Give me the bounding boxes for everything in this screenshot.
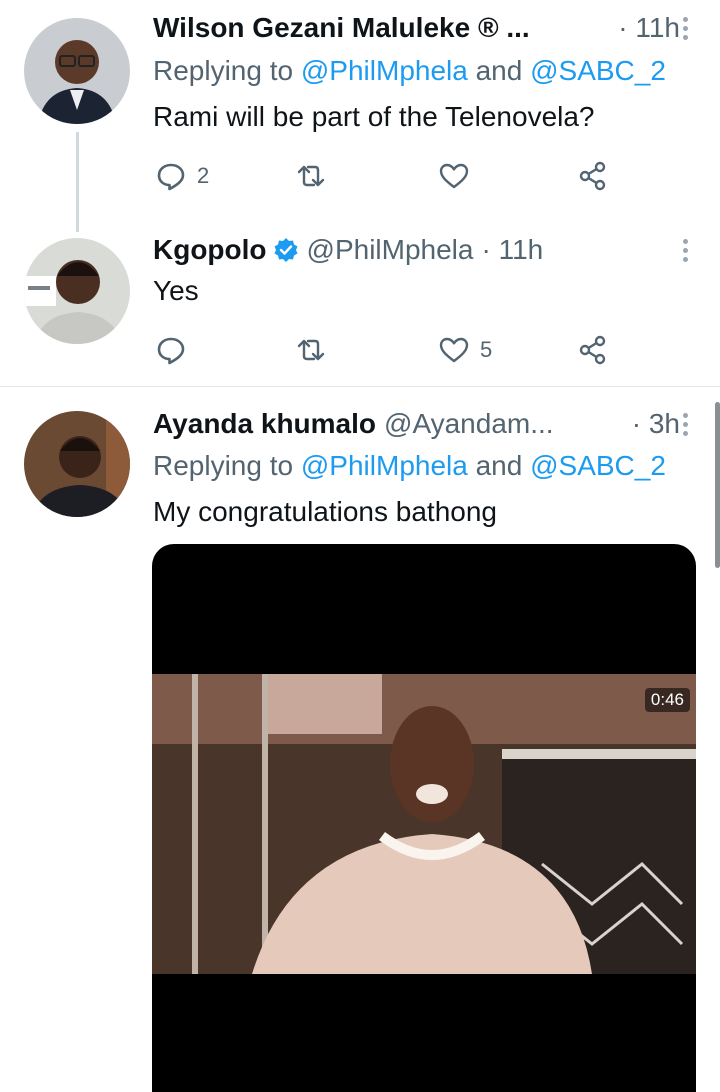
tweet-header: Ayanda khumalo @Ayandam... · 3h (153, 404, 692, 444)
video-duration: 0:46 (644, 688, 690, 712)
display-name[interactable]: Ayanda khumalo (153, 408, 376, 440)
action-bar: 2 (155, 156, 625, 196)
reply-count: 2 (197, 163, 210, 188)
share-button[interactable] (577, 330, 609, 370)
timestamp[interactable]: · 11h (481, 234, 543, 266)
tweet-header: Kgopolo @PhilMphela · 11h (153, 230, 692, 270)
thread-line (76, 132, 79, 232)
more-icon[interactable] (680, 230, 690, 270)
reply-icon (157, 163, 185, 191)
verified-badge-icon (273, 237, 299, 263)
retweet-icon (297, 165, 325, 187)
reply-button[interactable] (155, 330, 197, 370)
replying-label: Replying to (153, 450, 301, 481)
tweet-text: Yes (153, 275, 199, 306)
avatar[interactable] (24, 18, 130, 124)
video-player[interactable]: 0:46 (152, 544, 696, 1092)
and-label: and (467, 450, 531, 481)
handle[interactable]: @PhilMphela (307, 234, 474, 266)
tweet-2[interactable]: Kgopolo @PhilMphela · 11h Yes 5 (0, 230, 720, 386)
mention-link[interactable]: @PhilMphela (301, 450, 468, 481)
display-name[interactable]: Wilson Gezani Maluleke ® ... (153, 12, 530, 44)
replying-to: Replying to @PhilMphela and @SABC_2 (153, 55, 666, 87)
like-icon (439, 337, 469, 363)
replying-label: Replying to (153, 55, 301, 86)
more-icon[interactable] (680, 8, 690, 48)
action-bar: 5 (155, 330, 625, 370)
like-button[interactable] (438, 156, 480, 196)
like-icon (439, 163, 469, 189)
and-label: and (467, 55, 531, 86)
mention-link[interactable]: @PhilMphela (301, 55, 468, 86)
handle[interactable]: @Ayandam... (384, 408, 554, 440)
tweet-text: My congratulations bathong (153, 496, 497, 527)
mention-link[interactable]: @SABC_2 (530, 55, 666, 86)
display-name[interactable]: Kgopolo (153, 234, 267, 266)
retweet-button[interactable] (295, 330, 337, 370)
reply-icon (157, 337, 185, 365)
scrollbar[interactable] (715, 402, 720, 568)
replying-to: Replying to @PhilMphela and @SABC_2 (153, 450, 666, 482)
avatar[interactable] (24, 411, 130, 517)
share-icon (579, 161, 606, 191)
more-icon[interactable] (680, 404, 690, 444)
mention-link[interactable]: @SABC_2 (530, 450, 666, 481)
like-count: 5 (480, 337, 493, 362)
tweet-header: Wilson Gezani Maluleke ® ... · 11h (153, 8, 692, 48)
share-button[interactable] (577, 156, 609, 196)
like-button[interactable]: 5 (438, 330, 492, 370)
retweet-icon (297, 339, 325, 361)
tweet-text: Rami will be part of the Telenovela? (153, 101, 595, 132)
avatar[interactable] (24, 238, 130, 344)
retweet-button[interactable] (295, 156, 337, 196)
reply-button[interactable]: 2 (155, 156, 209, 196)
video-frame (152, 674, 696, 974)
share-icon (579, 335, 606, 365)
tweet-1[interactable]: Wilson Gezani Maluleke ® ... · 11h Reply… (0, 0, 720, 232)
